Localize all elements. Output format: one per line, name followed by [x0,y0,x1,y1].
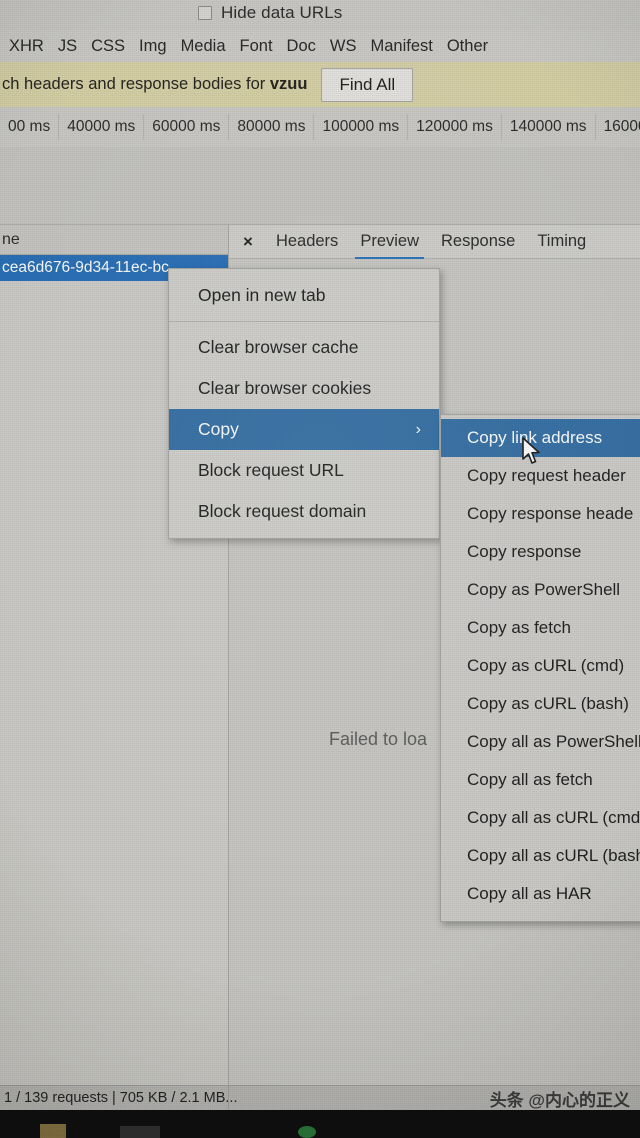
request-list-header: ne [0,225,228,255]
detail-tab-bar: × Headers Preview Response Timing [229,225,640,260]
filter-chip-doc[interactable]: Doc [280,37,323,56]
search-query: vzuu [269,75,308,93]
menu-item-copy[interactable]: Copy › [169,409,439,450]
desk-object-green [298,1126,316,1138]
column-header-name: ne [2,230,20,248]
ruler-tick: 140000 ms [502,114,596,140]
filter-chip-xhr[interactable]: XHR [2,37,51,56]
menu-separator [169,321,439,322]
hide-data-urls-label: Hide data URLs [221,3,343,22]
tab-preview[interactable]: Preview [349,225,430,260]
watermark: 头条 @内心的正义 [489,1091,630,1110]
menu-item-copy-label: Copy [198,419,239,439]
ruler-tick: 80000 ms [229,114,315,140]
resource-type-filters: XHR JS CSS Img Media Font Doc WS Manifes… [0,30,640,62]
hide-data-urls-row: Hide data URLs [0,0,640,30]
tab-timing[interactable]: Timing [526,225,597,259]
ruler-tick: 40000 ms [59,114,145,140]
monitor-bezel [0,1110,640,1138]
search-prompt-text: ch headers and response bodies for [2,75,270,93]
search-bar: ch headers and response bodies for vzuu … [0,62,640,107]
devtools-window: Hide data URLs XHR JS CSS Img Media Font… [0,0,640,1110]
menu-item-block-request-url[interactable]: Block request URL [169,450,439,491]
filter-chip-js[interactable]: JS [51,37,84,56]
ruler-tick: 160000 [603,118,640,135]
ruler-tick: 60000 ms [144,114,230,140]
desk-object-yellow [40,1124,66,1138]
filter-chip-font[interactable]: Font [233,37,280,56]
submenu-item-copy-request-headers[interactable]: Copy request header [441,457,640,495]
chevron-right-icon: › [415,420,421,438]
menu-item-clear-browser-cache[interactable]: Clear browser cache [169,327,439,368]
submenu-item-copy-response-headers[interactable]: Copy response heade [441,495,640,533]
menu-item-block-request-domain[interactable]: Block request domain [169,491,439,532]
filter-chip-manifest[interactable]: Manifest [363,37,439,56]
context-menu: Open in new tab Clear browser cache Clea… [168,268,440,539]
status-bar-text: 1 / 139 requests | 705 KB / 2.1 MB... [4,1090,238,1106]
tab-response[interactable]: Response [430,225,526,259]
filter-chip-other[interactable]: Other [440,37,495,56]
submenu-item-copy-all-as-curl-bash[interactable]: Copy all as cURL (bash) [441,837,640,875]
status-bar-divider [228,1086,229,1110]
tab-headers[interactable]: Headers [265,225,349,259]
timeline-ruler: 00 ms 40000 ms 60000 ms 80000 ms 100000 … [0,107,640,147]
search-prompt: ch headers and response bodies for vzuu [0,75,307,94]
ruler-tick: 100000 ms [314,114,409,140]
waterfall-overview [0,147,640,225]
filter-chip-ws[interactable]: WS [323,37,364,56]
ruler-tick: 00 ms [0,114,60,140]
request-name-cell: cea6d676-9d34-11ec-bc [2,259,169,276]
desk-object-dark [120,1126,160,1138]
hide-data-urls-control[interactable]: Hide data URLs [198,3,342,23]
submenu-item-copy-all-as-curl-cmd[interactable]: Copy all as cURL (cmd) [441,799,640,837]
annotation-overlay: 右键点击这个name项目，点 击copy 再点击copy link addres… [30,557,596,743]
close-icon[interactable]: × [239,232,265,252]
submenu-item-copy-link-address[interactable]: Copy link address [441,419,640,457]
checkbox-icon[interactable] [198,6,212,20]
menu-item-clear-browser-cookies[interactable]: Clear browser cookies [169,368,439,409]
menu-item-open-in-new-tab[interactable]: Open in new tab [169,275,439,316]
submenu-item-copy-all-as-fetch[interactable]: Copy all as fetch [441,761,640,799]
find-all-button[interactable]: Find All [321,67,414,102]
screen-photo: Hide data URLs XHR JS CSS Img Media Font… [0,0,640,1138]
filter-chip-css[interactable]: CSS [84,37,132,56]
filter-chip-img[interactable]: Img [132,37,174,56]
filter-chip-media[interactable]: Media [174,37,233,56]
ruler-tick: 120000 ms [408,114,502,140]
submenu-item-copy-all-as-har[interactable]: Copy all as HAR [441,875,640,913]
